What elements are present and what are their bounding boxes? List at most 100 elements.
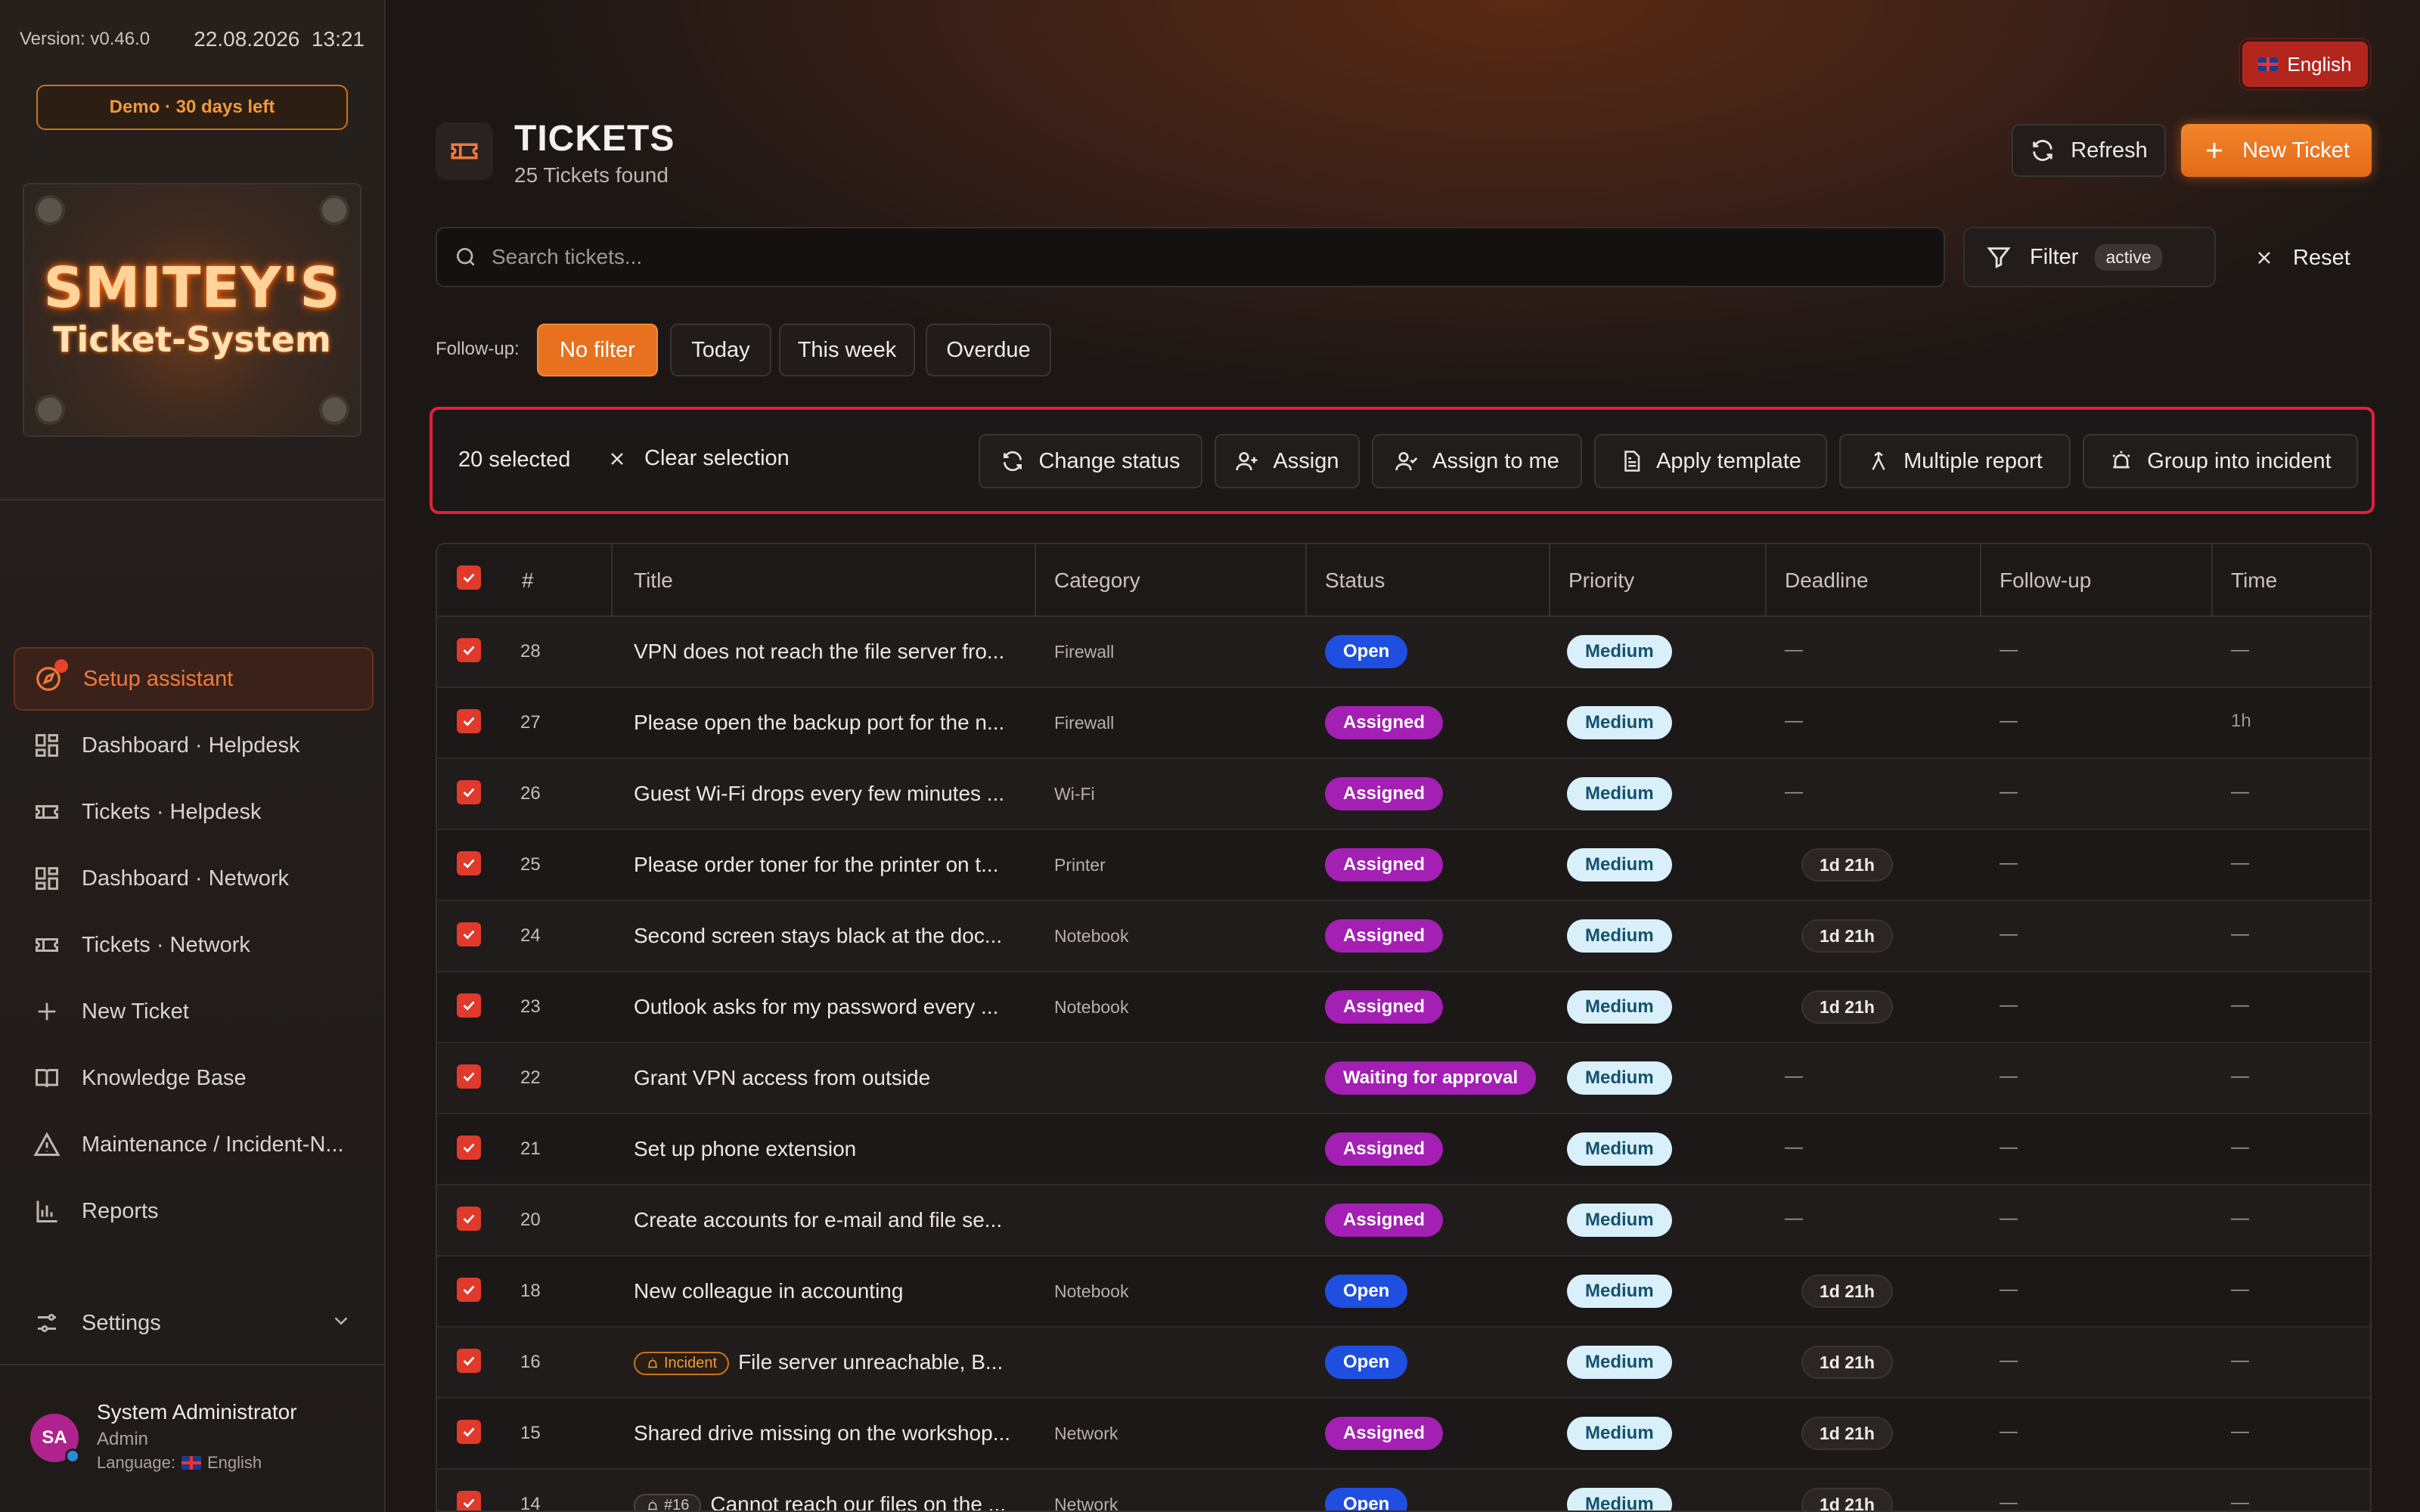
column-header-category[interactable]: Category [1054,569,1140,593]
sidebar-item-settings[interactable]: Settings [14,1291,374,1355]
ticket-title[interactable]: Second screen stays black at the doc... [634,924,1002,948]
user-panel[interactable]: SA System Administrator Admin Language: … [0,1364,386,1512]
time-value: 1h [2231,711,2251,731]
demo-badge[interactable]: Demo · 30 days left [36,85,348,130]
column-header-followup[interactable]: Follow-up [2000,569,2091,593]
followup-value: — [2000,853,2018,873]
clear-selection-button[interactable]: Clear selection [607,446,790,471]
row-checkbox[interactable] [457,1349,481,1373]
row-checkbox[interactable] [457,1136,481,1160]
ticket-category: Notebook [1054,1281,1129,1301]
sidebar-item-knowledge-base[interactable]: Knowledge Base [14,1046,374,1110]
apply-template-button[interactable]: Apply template [1594,434,1827,488]
table-row[interactable]: 24 Second screen stays black at the doc..… [437,901,2370,972]
time-value: — [2231,1421,2249,1442]
ticket-title[interactable]: VPN does not reach the file server fro..… [634,640,1004,664]
row-checkbox[interactable] [457,851,481,875]
followup-this-week[interactable]: This week [779,324,915,376]
ticket-title[interactable]: Set up phone extension [634,1137,856,1161]
sidebar-item-maintenance[interactable]: Maintenance / Incident-N... [14,1113,374,1176]
change-status-button[interactable]: Change status [979,434,1202,488]
table-row[interactable]: 27 Please open the backup port for the n.… [437,688,2370,759]
sidebar-item-tickets-helpdesk[interactable]: Tickets · Helpdesk [14,780,374,844]
ticket-title[interactable]: Create accounts for e-mail and file se..… [634,1208,1002,1232]
ticket-count: 25 Tickets found [514,163,669,187]
column-header-time[interactable]: Time [2231,569,2277,593]
row-checkbox[interactable] [457,780,481,804]
time-value: — [2231,782,2249,802]
ticket-title[interactable]: New colleague in accounting [634,1279,903,1303]
reset-button[interactable]: Reset [2254,239,2350,277]
row-checkbox[interactable] [457,638,481,662]
group-into-incident-button[interactable]: Group into incident [2083,434,2358,488]
ticket-title[interactable]: Please open the backup port for the n... [634,711,1004,735]
search-input[interactable]: Search tickets... [436,227,1945,287]
table-header: # Title Category Status Priority Deadlin… [437,544,2370,617]
ticket-category: Printer [1054,855,1106,875]
row-checkbox[interactable] [457,1491,481,1510]
table-row[interactable]: 25 Please order toner for the printer on … [437,830,2370,901]
status-badge: Assigned [1325,919,1444,953]
ticket-category: Notebook [1054,926,1129,946]
sidebar-item-dashboard-helpdesk[interactable]: Dashboard · Helpdesk [14,714,374,777]
table-row[interactable]: 26 Guest Wi-Fi drops every few minutes ..… [437,759,2370,830]
row-checkbox[interactable] [457,1420,481,1444]
ticket-title[interactable]: Grant VPN access from outside [634,1066,930,1090]
column-header-status[interactable]: Status [1325,569,1385,593]
status-badge: Assigned [1325,848,1444,881]
ticket-category: Firewall [1054,642,1115,662]
followup-no-filter[interactable]: No filter [537,324,658,376]
sidebar-item-setup-assistant[interactable]: Setup assistant [14,647,374,711]
ticket-title[interactable]: Guest Wi-Fi drops every few minutes ... [634,782,1004,806]
column-header-deadline[interactable]: Deadline [1785,569,1869,593]
ticket-title[interactable]: #16 Cannot reach our files on the ... [634,1492,1006,1510]
dashboard-icon [32,863,62,894]
row-checkbox[interactable] [457,922,481,947]
sidebar-item-reports[interactable]: Reports [14,1179,374,1243]
warning-icon [32,1129,62,1160]
assign-button[interactable]: Assign [1215,434,1360,488]
column-header-title[interactable]: Title [634,569,673,593]
followup-today[interactable]: Today [670,324,771,376]
followup-overdue[interactable]: Overdue [926,324,1051,376]
new-ticket-button[interactable]: New Ticket [2181,124,2372,177]
row-checkbox[interactable] [457,709,481,733]
priority-badge: Medium [1567,706,1672,739]
close-icon [2258,252,2270,264]
time-value: — [2231,1279,2249,1300]
ticket-title[interactable]: Incident File server unreachable, B... [634,1350,1003,1376]
row-checkbox[interactable] [457,1064,481,1089]
sidebar-item-new-ticket[interactable]: New Ticket [14,980,374,1043]
followup-value: — [2000,1208,2018,1228]
column-header-priority[interactable]: Priority [1568,569,1634,593]
table-row[interactable]: 23 Outlook asks for my password every ...… [437,972,2370,1043]
table-row[interactable]: 15 Shared drive missing on the workshop..… [437,1399,2370,1470]
filter-button[interactable]: Filter active [1963,227,2216,287]
time-value: — [2231,1208,2249,1228]
refresh-button[interactable]: Refresh [2012,124,2166,177]
ticket-id: 23 [520,996,541,1017]
sidebar-item-dashboard-network[interactable]: Dashboard · Network [14,847,374,910]
chevron-down-icon[interactable] [330,1309,352,1338]
ticket-id: 26 [520,783,541,804]
table-row[interactable]: 28 VPN does not reach the file server fro… [437,617,2370,688]
column-header-id[interactable]: # [522,569,534,593]
ticket-title[interactable]: Outlook asks for my password every ... [634,995,998,1019]
row-checkbox[interactable] [457,1278,481,1302]
assign-to-me-button[interactable]: Assign to me [1372,434,1582,488]
table-row[interactable]: 22 Grant VPN access from outside Waiting f… [437,1043,2370,1114]
table-row[interactable]: 21 Set up phone extension Assigned Medium — —… [437,1114,2370,1185]
row-checkbox[interactable] [457,1207,481,1231]
sidebar-item-tickets-network[interactable]: Tickets · Network [14,913,374,977]
table-row[interactable]: 18 New colleague in accounting Notebook Ope… [437,1256,2370,1328]
table-row[interactable]: 20 Create accounts for e-mail and file se… [437,1185,2370,1256]
select-all-checkbox[interactable] [457,565,481,590]
multiple-report-button[interactable]: Multiple report [1839,434,2071,488]
row-checkbox[interactable] [457,993,481,1018]
table-row[interactable]: 16 Incident File server unreachable, B... O… [437,1328,2370,1399]
status-badge: Open [1325,1488,1408,1510]
ticket-title[interactable]: Please order toner for the printer on t.… [634,853,998,877]
language-button[interactable]: English [2240,39,2370,89]
table-row[interactable]: 14 #16 Cannot reach our files on the ... Ne… [437,1470,2370,1510]
ticket-title[interactable]: Shared drive missing on the workshop... [634,1421,1010,1445]
